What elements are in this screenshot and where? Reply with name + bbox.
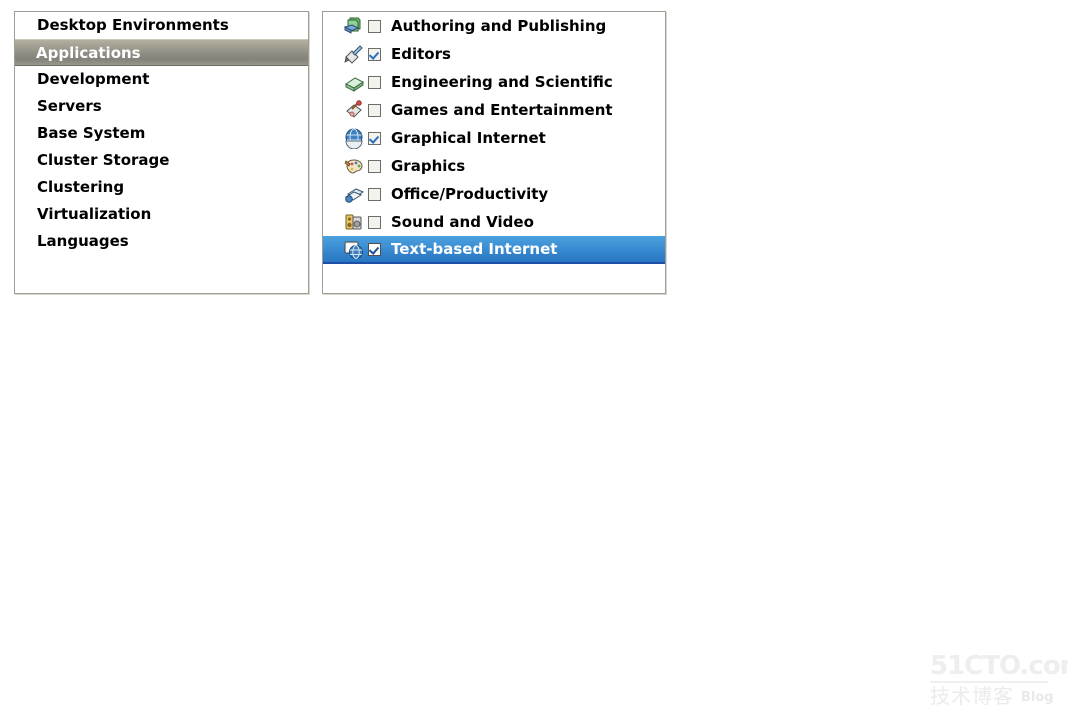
group-item[interactable]: Authoring and Publishing <box>323 12 665 40</box>
category-item[interactable]: Development <box>15 66 308 93</box>
category-item[interactable]: Clustering <box>15 174 308 201</box>
category-item-label: Cluster Storage <box>37 151 170 169</box>
category-item-label: Virtualization <box>37 205 152 223</box>
watermark: 51CTO.com 技术博客 Blog <box>930 651 1068 708</box>
group-item-label: Text-based Internet <box>391 240 558 258</box>
category-item[interactable]: Applications <box>15 39 308 66</box>
speaker-icon <box>343 211 365 233</box>
category-item[interactable]: Base System <box>15 120 308 147</box>
group-checkbox[interactable] <box>368 187 381 201</box>
group-item-label: Graphical Internet <box>391 129 546 147</box>
watermark-site: 51CTO.com <box>930 651 1068 681</box>
group-checkbox[interactable] <box>368 75 381 89</box>
group-checkbox[interactable] <box>368 242 381 256</box>
category-item-label: Languages <box>37 232 129 250</box>
group-checkbox[interactable] <box>368 47 381 61</box>
books-icon <box>343 15 365 37</box>
calculator-icon <box>343 71 365 93</box>
category-item[interactable]: Cluster Storage <box>15 147 308 174</box>
group-item[interactable]: Graphical Internet <box>323 124 665 152</box>
category-item-label: Development <box>37 70 150 88</box>
category-item[interactable]: Servers <box>15 93 308 120</box>
pen-icon <box>343 43 365 65</box>
group-item-label: Sound and Video <box>391 213 534 231</box>
group-list[interactable]: Authoring and Publishing Editors Engineeri… <box>323 12 665 264</box>
group-checkbox[interactable] <box>368 159 381 173</box>
category-item-label: Desktop Environments <box>37 16 229 34</box>
group-item-label: Games and Entertainment <box>391 101 613 119</box>
group-item[interactable]: Editors <box>323 40 665 68</box>
watermark-subtitle: 技术博客 Blog <box>930 685 1064 707</box>
category-list[interactable]: Desktop Environments Applications Developm… <box>15 12 308 255</box>
joystick-icon <box>343 99 365 121</box>
documents-icon <box>343 183 365 205</box>
group-checkbox[interactable] <box>368 131 381 145</box>
package-selection-screen: Desktop Environments Applications Developm… <box>0 0 1068 723</box>
group-item-label: Authoring and Publishing <box>391 17 607 35</box>
watermark-blog: Blog <box>1021 690 1054 705</box>
category-item[interactable]: Desktop Environments <box>15 12 308 39</box>
group-item[interactable]: Graphics <box>323 152 665 180</box>
group-item-label: Office/Productivity <box>391 185 549 203</box>
group-item-label: Graphics <box>391 157 466 175</box>
group-checkbox[interactable] <box>368 19 381 33</box>
group-item[interactable]: Engineering and Scientific <box>323 68 665 96</box>
group-item-label: Engineering and Scientific <box>391 73 613 91</box>
category-panel: Desktop Environments Applications Developm… <box>14 11 309 294</box>
category-item-label: Clustering <box>37 178 125 196</box>
group-item[interactable]: Office/Productivity <box>323 180 665 208</box>
group-panel: Authoring and Publishing Editors Engineeri… <box>322 11 666 294</box>
palette-icon <box>343 155 365 177</box>
group-item-label: Editors <box>391 45 451 63</box>
group-item[interactable]: Sound and Video <box>323 208 665 236</box>
group-item[interactable]: Text-based Internet <box>323 236 665 264</box>
watermark-chinese: 技术博客 <box>930 684 1014 708</box>
group-item[interactable]: Games and Entertainment <box>323 96 665 124</box>
category-item-label: Base System <box>37 124 146 142</box>
globe-window-icon <box>343 127 365 149</box>
category-item-label: Servers <box>37 97 102 115</box>
category-item[interactable]: Languages <box>15 228 308 255</box>
category-item-label: Applications <box>36 44 141 62</box>
terminal-globe-icon <box>343 238 365 260</box>
watermark-divider <box>930 681 1048 683</box>
group-checkbox[interactable] <box>368 215 381 229</box>
category-item[interactable]: Virtualization <box>15 201 308 228</box>
group-checkbox[interactable] <box>368 103 381 117</box>
